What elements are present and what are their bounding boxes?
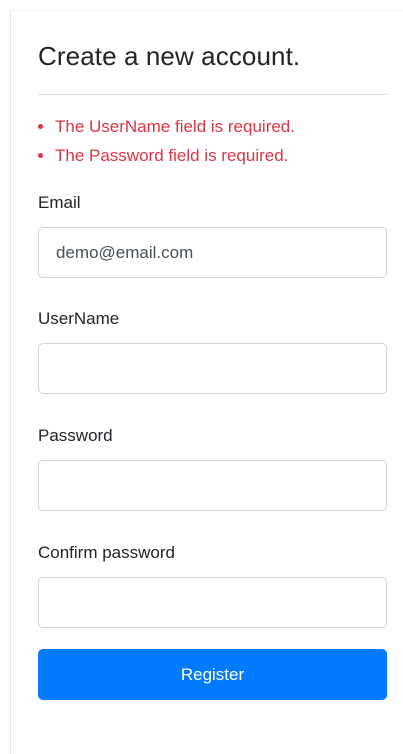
register-form: Create a new account. The UserName field… <box>38 0 387 700</box>
validation-error-username: The UserName field is required. <box>55 112 387 141</box>
password-group: Password <box>38 424 387 511</box>
register-page: Create a new account. The UserName field… <box>0 0 403 754</box>
password-label: Password <box>38 426 113 445</box>
email-label: Email <box>38 193 81 212</box>
username-group: UserName <box>38 307 387 394</box>
password-input[interactable] <box>38 460 387 511</box>
register-button[interactable]: Register <box>38 649 387 700</box>
confirm-password-label: Confirm password <box>38 543 175 562</box>
email-input[interactable] <box>38 227 387 278</box>
validation-summary: The UserName field is required. The Pass… <box>0 112 387 170</box>
page-title: Create a new account. <box>38 41 301 71</box>
title-divider <box>38 94 387 95</box>
validation-error-password: The Password field is required. <box>55 141 387 170</box>
confirm-password-input[interactable] <box>38 577 387 628</box>
username-input[interactable] <box>38 343 387 394</box>
username-label: UserName <box>38 309 120 328</box>
email-group: Email <box>38 191 387 278</box>
confirm-password-group: Confirm password <box>38 541 387 628</box>
